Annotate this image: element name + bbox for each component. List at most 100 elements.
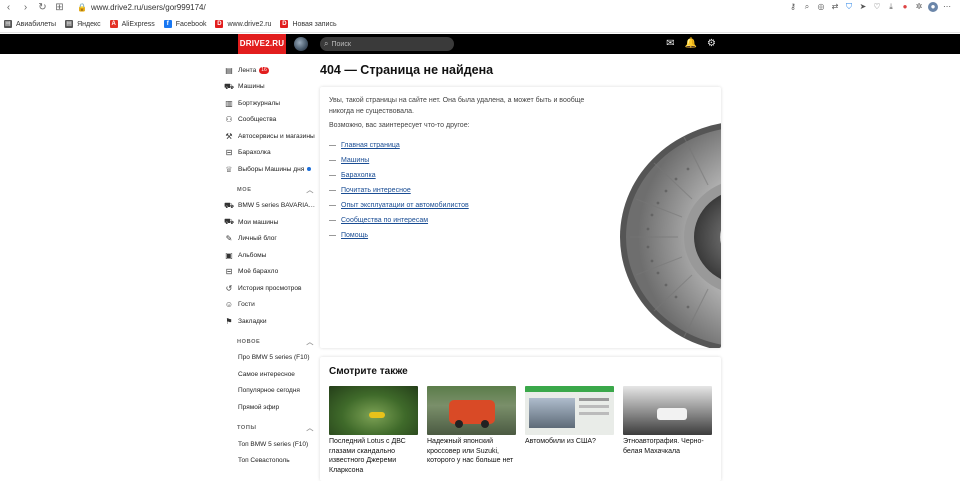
search-icon: ⌕: [324, 39, 329, 48]
sidebar-item-label: Автосервисы и магазины: [238, 132, 315, 140]
chevron-up-icon[interactable]: ︿: [306, 423, 314, 433]
bookmark-item[interactable]: ▤ Авиабилеты: [4, 20, 56, 28]
favorite-icon[interactable]: ♡: [872, 2, 882, 12]
send-icon[interactable]: ➤: [858, 2, 868, 12]
suggestion-link[interactable]: Сообщества по интересам: [341, 217, 428, 224]
suggestion-link[interactable]: Почитать интересное: [341, 187, 411, 194]
sidebar-item[interactable]: ⛟ Машины: [224, 79, 316, 96]
url-text[interactable]: www.drive2.ru/users/gor999174/: [91, 3, 206, 12]
notification-badge: 16: [259, 66, 269, 74]
search-input[interactable]: [331, 40, 442, 48]
messages-icon[interactable]: ✉: [666, 37, 674, 51]
chevron-up-icon[interactable]: ︿: [306, 337, 314, 347]
feed-icon: ▤: [225, 65, 233, 75]
section-new[interactable]: НОВОЕ ︿: [224, 334, 316, 350]
menu-icon[interactable]: ⋯: [942, 2, 952, 12]
dash-marker: —: [329, 217, 336, 224]
article-thumbnail[interactable]: [427, 386, 516, 435]
sidebar-link[interactable]: Топ Севастополь: [224, 452, 316, 469]
article-thumbnail[interactable]: [329, 386, 418, 435]
sidebar-link[interactable]: Популярное сегодня: [224, 383, 316, 400]
sidebar-item[interactable]: ✎ Личный блог: [224, 231, 316, 248]
translate-icon[interactable]: ⇄: [830, 2, 840, 12]
screenshot-icon[interactable]: ◎: [816, 2, 826, 12]
article-card[interactable]: Последний Lotus с ДВС глазами скандально…: [329, 386, 418, 475]
suggestion-link[interactable]: Помощь: [341, 232, 368, 239]
bookmark-item[interactable]: ▤ Яндекс: [65, 20, 101, 28]
sidebar-item[interactable]: ⊟ Барахолка: [224, 145, 316, 162]
back-icon[interactable]: ‹: [0, 1, 17, 15]
article-thumbnail[interactable]: [525, 386, 614, 435]
bookmark-item[interactable]: A AliExpress: [109, 20, 155, 28]
forward-icon[interactable]: ›: [17, 1, 34, 15]
chevron-up-icon[interactable]: ︿: [306, 185, 314, 195]
sidebar-item[interactable]: ⚑ Закладки: [224, 313, 316, 330]
sidebar-item-label: Личный блог: [238, 235, 277, 243]
user-avatar[interactable]: [294, 37, 308, 51]
bookmark-label: AliExpress: [121, 20, 155, 28]
section-top[interactable]: ТОПЫ ︿: [224, 420, 316, 436]
drive2-logo[interactable]: DRIVE2.RU: [238, 34, 286, 54]
sidebar-link[interactable]: Топ BMW 5 series (F10): [224, 436, 316, 453]
sidebar-item[interactable]: ▣ Альбомы: [224, 247, 316, 264]
puzzle-icon[interactable]: ✲: [914, 2, 924, 12]
community-icon: ⚇: [225, 115, 233, 125]
bookmark-icon: ▤: [4, 20, 12, 28]
article-thumbnail[interactable]: [623, 386, 712, 435]
sidebar-item[interactable]: ⚇ Сообщества: [224, 112, 316, 129]
suggestion-link[interactable]: Главная страница: [341, 142, 400, 149]
lock-icon[interactable]: 🔒: [77, 3, 87, 12]
settings-icon[interactable]: ⚙: [707, 37, 716, 51]
browser-chrome: ‹ › ↻ ⊞ 🔒 www.drive2.ru/users/gor999174/…: [0, 0, 960, 33]
article-caption[interactable]: Автомобили из США?: [525, 437, 614, 447]
sidebar-item-label: Сообщества: [238, 116, 277, 124]
key-icon[interactable]: ⚷: [788, 2, 798, 12]
article-caption[interactable]: Надежный японский кроссовер или Suzuki, …: [427, 437, 516, 466]
section-my[interactable]: МОЕ ︿: [224, 182, 316, 198]
sidebar-item-label: Закладки: [238, 317, 267, 325]
suggestion-link[interactable]: Барахолка: [341, 172, 376, 179]
suggestion-link[interactable]: Машины: [341, 157, 369, 164]
bookmark-icon: D: [215, 20, 224, 28]
sidebar-item[interactable]: ⊟ Моё барахло: [224, 264, 316, 281]
bookmark-item[interactable]: f Facebook: [163, 20, 206, 28]
reload-icon[interactable]: ↻: [34, 1, 51, 15]
shield-icon[interactable]: ⛉: [844, 2, 854, 12]
sidebar-item[interactable]: ⚒ Автосервисы и магазины: [224, 128, 316, 145]
sidebar-item[interactable]: ♕ Выборы Машины дня: [224, 161, 316, 178]
article-card[interactable]: Автомобили из США?: [525, 386, 614, 447]
browser-extensions: ⚷ ⌕ ◎ ⇄ ⛉ ➤ ♡ ⤓ ● ✲ ● ⋯: [788, 2, 952, 12]
sidebar-item-label: Мои машины: [238, 218, 279, 226]
sidebar-item-label: Моё барахло: [238, 268, 279, 276]
extension-icon[interactable]: ●: [900, 2, 910, 12]
album-icon: ▣: [225, 250, 233, 260]
sidebar-link[interactable]: Прямой эфир: [224, 399, 316, 416]
sidebar-link[interactable]: Про BMW 5 series (F10): [224, 350, 316, 367]
profile-avatar[interactable]: ●: [928, 2, 938, 12]
sidebar-link[interactable]: Самое интересное: [224, 366, 316, 383]
suggestion-link[interactable]: Опыт эксплуатации от автомобилистов: [341, 202, 469, 209]
article-card[interactable]: Надежный японский кроссовер или Suzuki, …: [427, 386, 516, 466]
bookmark-item[interactable]: Dwww.drive2.ru: [215, 20, 271, 28]
notifications-icon[interactable]: 🔔: [685, 37, 697, 51]
sidebar-item[interactable]: ▤ Лента 16: [224, 62, 316, 79]
sidebar-item[interactable]: ☺ Гости: [224, 297, 316, 314]
car-icon: ⛟: [224, 81, 235, 91]
bookmarks-bar: ▤ Авиабилеты ▤ Яндекс A AliExpress f Facebook Dw…: [0, 17, 346, 31]
sidebar-item[interactable]: ▥ Бортжурналы: [224, 95, 316, 112]
article-card[interactable]: Этноавтография. Черно-белая Махачкала: [623, 386, 712, 456]
zoom-icon[interactable]: ⌕: [802, 2, 812, 12]
bookmark-label: www.drive2.ru: [227, 20, 272, 28]
bookmark-icon: A: [109, 20, 118, 28]
sidebar-item[interactable]: ⛟ BMW 5 series BAVARIA…: [224, 198, 316, 215]
sidebar-item-label: История просмотров: [238, 284, 302, 292]
tabs-grid-icon[interactable]: ⊞: [51, 1, 68, 15]
article-caption[interactable]: Этноавтография. Черно-белая Махачкала: [623, 437, 712, 456]
bookmark-item[interactable]: D Новая запись: [280, 20, 337, 28]
not-found-message: Увы, такой страницы на сайте нет. Она бы…: [329, 97, 585, 115]
article-caption[interactable]: Последний Lotus с ДВС глазами скандально…: [329, 437, 418, 475]
sidebar-item[interactable]: ⛟ Мои машины: [224, 214, 316, 231]
sidebar-item[interactable]: ↺ История просмотров: [224, 280, 316, 297]
search-box[interactable]: ⌕: [320, 37, 454, 51]
download-icon[interactable]: ⤓: [886, 2, 896, 12]
